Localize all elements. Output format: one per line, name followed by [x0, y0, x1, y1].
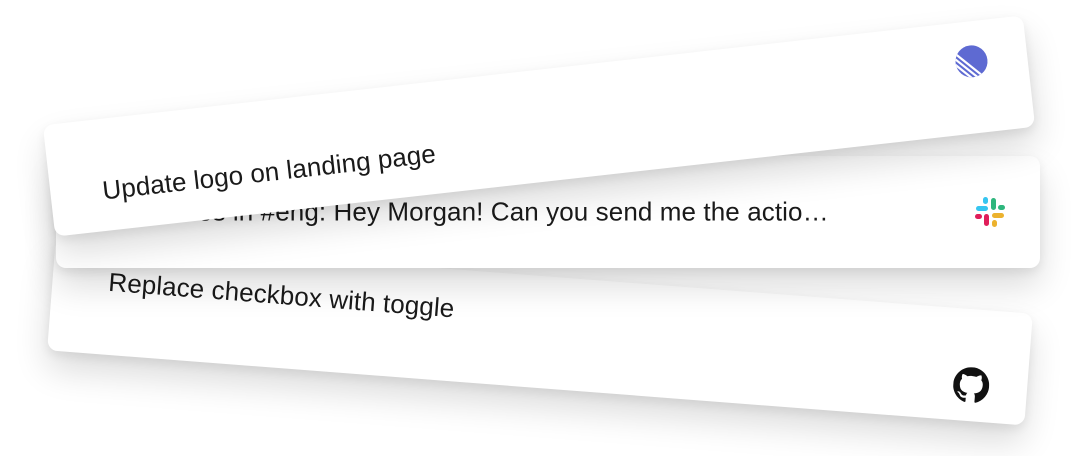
slack-icon	[972, 194, 1008, 230]
notification-stack: Replace checkbox with toggle From Jules …	[0, 0, 1080, 456]
notification-text: Replace checkbox with toggle	[107, 266, 456, 324]
notification-text: Update logo on landing page	[100, 138, 438, 206]
linear-icon	[952, 41, 992, 81]
github-icon	[952, 366, 991, 405]
